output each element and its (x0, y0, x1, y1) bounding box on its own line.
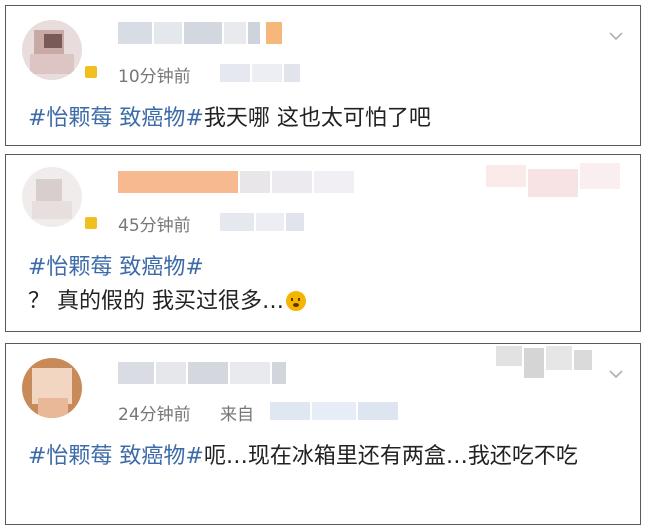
hashtag-link[interactable]: #怡颗莓 致癌物# (28, 106, 204, 131)
comment-time: 10分钟前 (118, 67, 191, 87)
username-blurred[interactable] (118, 22, 288, 44)
comment-body: 我天哪 这也太可怕了吧 (203, 106, 431, 131)
avatar[interactable] (22, 358, 82, 418)
avatar[interactable] (22, 20, 82, 80)
avatar[interactable] (22, 167, 82, 227)
comment-body: ？ 真的假的 我买过很多… (28, 289, 284, 314)
comment-text: #怡颗莓 致癌物# ？ 真的假的 我买过很多… (28, 251, 620, 319)
comment-text: #怡颗莓 致癌物#呃…现在冰箱里还有两盒…我还吃不吃 (28, 440, 620, 474)
blurred-image (446, 159, 626, 219)
comment-time: 24分钟前 (118, 405, 191, 425)
comment-card: 10分钟前 #怡颗莓 致癌物#我天哪 这也太可怕了吧 (5, 5, 641, 146)
hashtag-link[interactable]: #怡颗莓 致癌物# (28, 444, 204, 469)
username-blurred[interactable] (118, 171, 358, 193)
comment-body: 呃…现在冰箱里还有两盒…我还吃不吃 (203, 444, 578, 469)
comment-card: 24分钟前 来自 #怡颗莓 致癌物#呃…现在冰箱里还有两盒…我还吃不吃 (5, 343, 641, 525)
comment-text: #怡颗莓 致癌物#我天哪 这也太可怕了吧 (28, 102, 620, 136)
hashtag-link[interactable]: #怡颗莓 致癌物# (28, 255, 204, 280)
chevron-down-icon[interactable] (608, 28, 624, 44)
vip-badge-icon (85, 217, 97, 229)
source-label: 来自 (220, 405, 254, 425)
comment-card: 45分钟前 #怡颗莓 致癌物# ？ 真的假的 我买过很多… (5, 154, 641, 332)
source-blurred[interactable] (270, 402, 400, 420)
username-blurred[interactable] (118, 362, 288, 384)
vip-badge-icon (85, 66, 97, 78)
chevron-down-icon[interactable] (608, 366, 624, 382)
upside-down-face-icon (286, 291, 306, 311)
source-blurred (220, 213, 304, 231)
comment-time: 45分钟前 (118, 216, 191, 236)
blurred-image (496, 344, 596, 384)
source-blurred (220, 64, 302, 82)
